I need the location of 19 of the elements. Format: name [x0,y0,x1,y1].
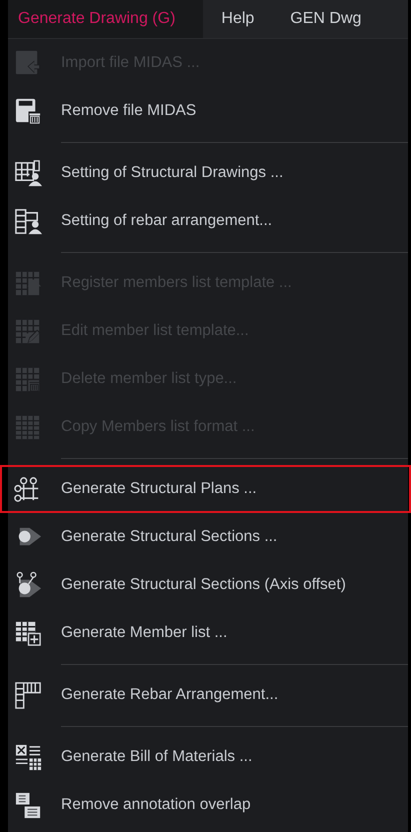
menu-item[interactable]: Generate Structural Plans ... [0,465,411,513]
menu-item[interactable]: Generate Structural Sections ... [8,513,408,561]
menu-item[interactable]: Setting of rebar arrangement... [8,197,408,245]
rebar-frame-icon [14,680,43,710]
menu-title[interactable]: GEN Dwg [272,0,380,38]
menu-item[interactable]: Generate Member list ... [8,609,408,657]
stacked-boxes-icon [14,790,43,820]
menu-item[interactable]: Generate Structural Sections (Axis offset) [8,561,408,609]
menu-item[interactable]: Remove file MIDAS [8,87,408,135]
menu-item[interactable]: Generate Rebar Arrangement... [8,671,408,719]
table-cross-icon [14,742,43,772]
document-trash-icon [14,96,43,126]
menu-item[interactable]: Generate Bill of Materials ... [8,733,408,781]
menu-item[interactable]: Remove annotation overlap [8,781,408,829]
grid-person-icon [14,158,43,188]
dot-arrow-icon [14,570,43,600]
menu-item[interactable]: Setting of Structural Drawings ... [8,149,408,197]
menu-title[interactable]: Help [203,0,272,38]
grid-person-icon [14,206,43,236]
